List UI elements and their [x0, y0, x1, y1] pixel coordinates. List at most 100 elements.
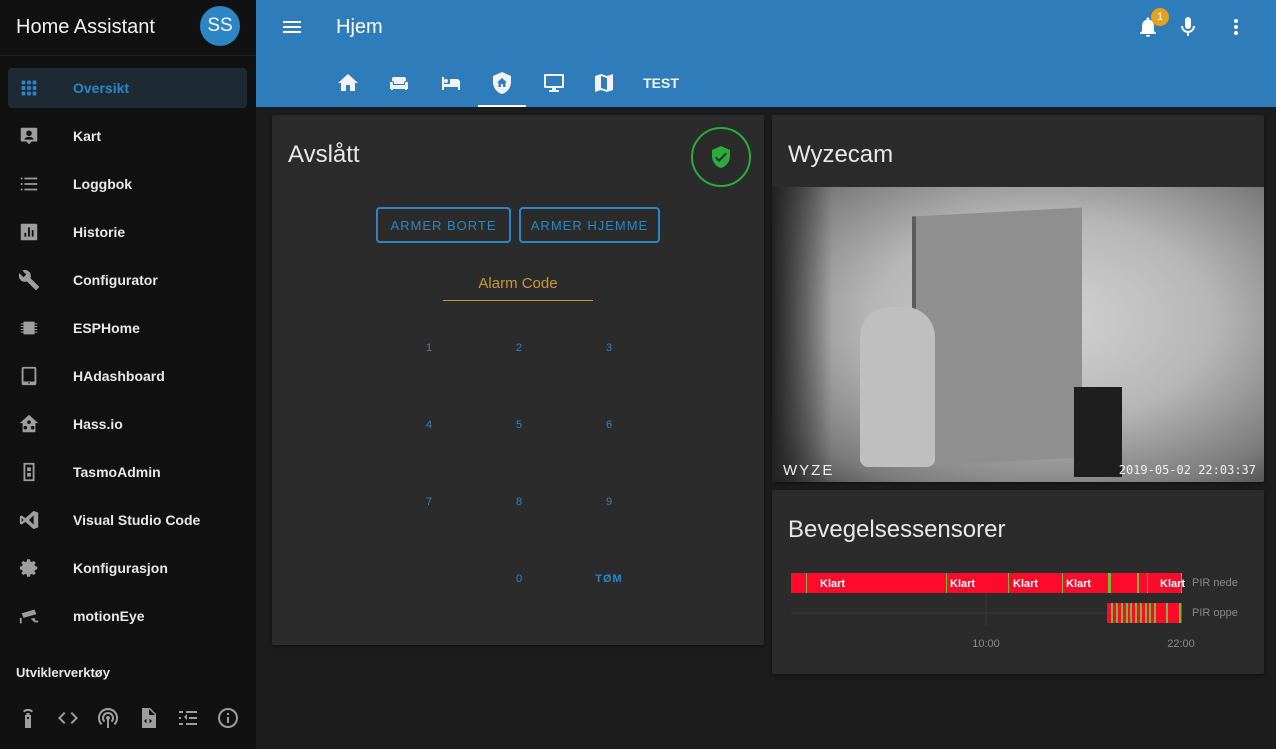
notification-badge: 1 — [1151, 8, 1169, 26]
tab-livingroom[interactable] — [379, 58, 419, 107]
monitor-icon — [544, 73, 564, 92]
file-code-icon[interactable] — [136, 706, 160, 730]
keypad-key-9[interactable]: 9 — [579, 496, 639, 516]
timeline-segment-detected — [1149, 603, 1151, 623]
cctv-icon — [18, 605, 40, 627]
template-icon[interactable] — [176, 706, 200, 730]
sidebar-item-label: TasmoAdmin — [73, 464, 161, 480]
sidebar: Home Assistant SS Oversikt Kart Loggbok … — [0, 0, 256, 749]
home-assistant-icon — [18, 413, 40, 435]
sidebar-item-historie[interactable]: Historie — [0, 208, 256, 256]
series-label-pir-oppe: PIR oppe — [1192, 607, 1238, 619]
tab-map[interactable] — [584, 58, 624, 107]
camera-title: Wyzecam — [788, 141, 894, 168]
keypad-key-4[interactable]: 4 — [399, 419, 459, 439]
microphone-icon[interactable] — [1176, 15, 1200, 39]
timeline-segment-detected — [1111, 603, 1113, 623]
tab-label: TEST — [643, 74, 679, 91]
alarm-panel-card: Avslått ARMER BORTE ARMER HJEMME Alarm C… — [272, 115, 764, 645]
sidebar-item-motioneye[interactable]: motionEye — [0, 592, 256, 640]
sidebar-item-esphome[interactable]: ESPHome — [0, 304, 256, 352]
view-title: Hjem — [336, 16, 383, 38]
sidebar-item-hadashboard[interactable]: HAdashboard — [0, 352, 256, 400]
alarm-state: Avslått — [288, 141, 360, 168]
timeline-segment-label: Klart — [950, 578, 975, 590]
camera-scene-shadow — [772, 187, 832, 482]
menu-icon[interactable] — [280, 15, 304, 39]
timeline-segment-detected — [1135, 603, 1137, 623]
tab-bedroom[interactable] — [431, 58, 471, 107]
sidebar-item-konfigurasjon[interactable]: Konfigurasjon — [0, 544, 256, 592]
list-icon — [18, 173, 40, 195]
timeline-segment-detected — [1166, 603, 1168, 623]
sidebar-item-label: ESPHome — [73, 320, 140, 336]
sidebar-item-hassio[interactable]: Hass.io — [0, 400, 256, 448]
camera-scene-door — [912, 207, 1082, 467]
timeline-segment-detected — [806, 573, 807, 593]
app-title: Home Assistant — [16, 16, 155, 38]
series-label-pir-nede: PIR nede — [1192, 577, 1238, 589]
arm-home-button[interactable]: ARMER HJEMME — [519, 207, 660, 243]
sidebar-item-label: Oversikt — [73, 80, 130, 96]
developer-tools-bar — [0, 700, 256, 736]
timeline-segment-detected — [1137, 573, 1139, 593]
timeline-segment-detected — [1147, 573, 1148, 593]
timeline-segment-detected — [1126, 603, 1128, 623]
app-root: Home Assistant SS Oversikt Kart Loggbok … — [0, 0, 1276, 749]
keypad-key-0[interactable]: 0 — [489, 573, 549, 593]
tab-security[interactable] — [478, 58, 526, 107]
sidebar-item-oversikt[interactable]: Oversikt — [0, 64, 256, 112]
keypad-key-7[interactable]: 7 — [399, 496, 459, 516]
code-icon[interactable] — [56, 706, 80, 730]
chip-icon — [18, 317, 40, 339]
sidebar-item-loggbok[interactable]: Loggbok — [0, 160, 256, 208]
timeline-segment-detected — [1130, 603, 1132, 623]
sidebar-item-kart[interactable]: Kart — [0, 112, 256, 160]
sidebar-item-label: Kart — [73, 128, 102, 144]
sidebar-item-label: motionEye — [73, 608, 145, 624]
sidebar-header: Home Assistant SS — [0, 0, 256, 56]
sidebar-item-label: HAdashboard — [73, 368, 165, 384]
keypad-key-3[interactable]: 3 — [579, 342, 639, 362]
tab-home[interactable] — [328, 58, 368, 107]
timeline-segment-detected — [1145, 603, 1147, 623]
x-tick-label: 22:00 — [1167, 638, 1195, 650]
motion-timeline-chart[interactable]: Klart Klart Klart Klart Klart PIR nede PIR opp… — [772, 490, 1264, 674]
remote-icon[interactable] — [16, 706, 40, 730]
sidebar-item-label: Loggbok — [73, 176, 133, 192]
camera-image[interactable]: WYZE 2019-05-02 22:03:37 — [772, 187, 1264, 482]
tab-test[interactable]: TEST — [636, 58, 686, 107]
sidebar-item-configurator[interactable]: Configurator — [0, 256, 256, 304]
keypad-key-1[interactable]: 1 — [399, 342, 459, 362]
broadcast-icon[interactable] — [96, 706, 120, 730]
tablet-icon — [18, 365, 40, 387]
motion-sensors-card: Bevegelsessensorer Klart Klart Klart Klart K… — [772, 490, 1264, 674]
shield-home-icon — [493, 71, 511, 94]
keypad-key-5[interactable]: 5 — [489, 419, 549, 439]
vscode-icon — [18, 509, 40, 531]
timeline-segment-label: Klart — [820, 578, 845, 590]
tab-media[interactable] — [534, 58, 574, 107]
sidebar-item-tasmoadmin[interactable]: TasmoAdmin — [0, 448, 256, 496]
timeline-segment-detected — [1179, 603, 1181, 623]
keypad-key-2[interactable]: 2 — [489, 342, 549, 362]
alarm-code-input[interactable]: Alarm Code — [443, 275, 593, 301]
sidebar-item-vscode[interactable]: Visual Studio Code — [0, 496, 256, 544]
keypad-clear-button[interactable]: TØM — [579, 573, 639, 593]
avatar[interactable]: SS — [200, 6, 240, 46]
shield-check-icon — [712, 146, 730, 168]
more-vert-icon[interactable] — [1224, 15, 1248, 39]
timeline-segment-label: Klart — [1160, 578, 1185, 590]
developer-tools-title: Utviklerverktøy — [16, 665, 110, 680]
info-icon[interactable] — [216, 706, 240, 730]
timeline-bar-pir-nede — [791, 573, 1182, 593]
power-socket-icon — [18, 461, 40, 483]
x-tick-label: 10:00 — [972, 638, 1000, 650]
timeline-segment-detected — [1154, 603, 1156, 623]
keypad-key-8[interactable]: 8 — [489, 496, 549, 516]
arm-away-button[interactable]: ARMER BORTE — [376, 207, 511, 243]
map-icon — [595, 73, 613, 92]
timeline-segment-label: Klart — [1066, 578, 1091, 590]
keypad-key-6[interactable]: 6 — [579, 419, 639, 439]
timeline-segment-detected — [1108, 573, 1111, 593]
